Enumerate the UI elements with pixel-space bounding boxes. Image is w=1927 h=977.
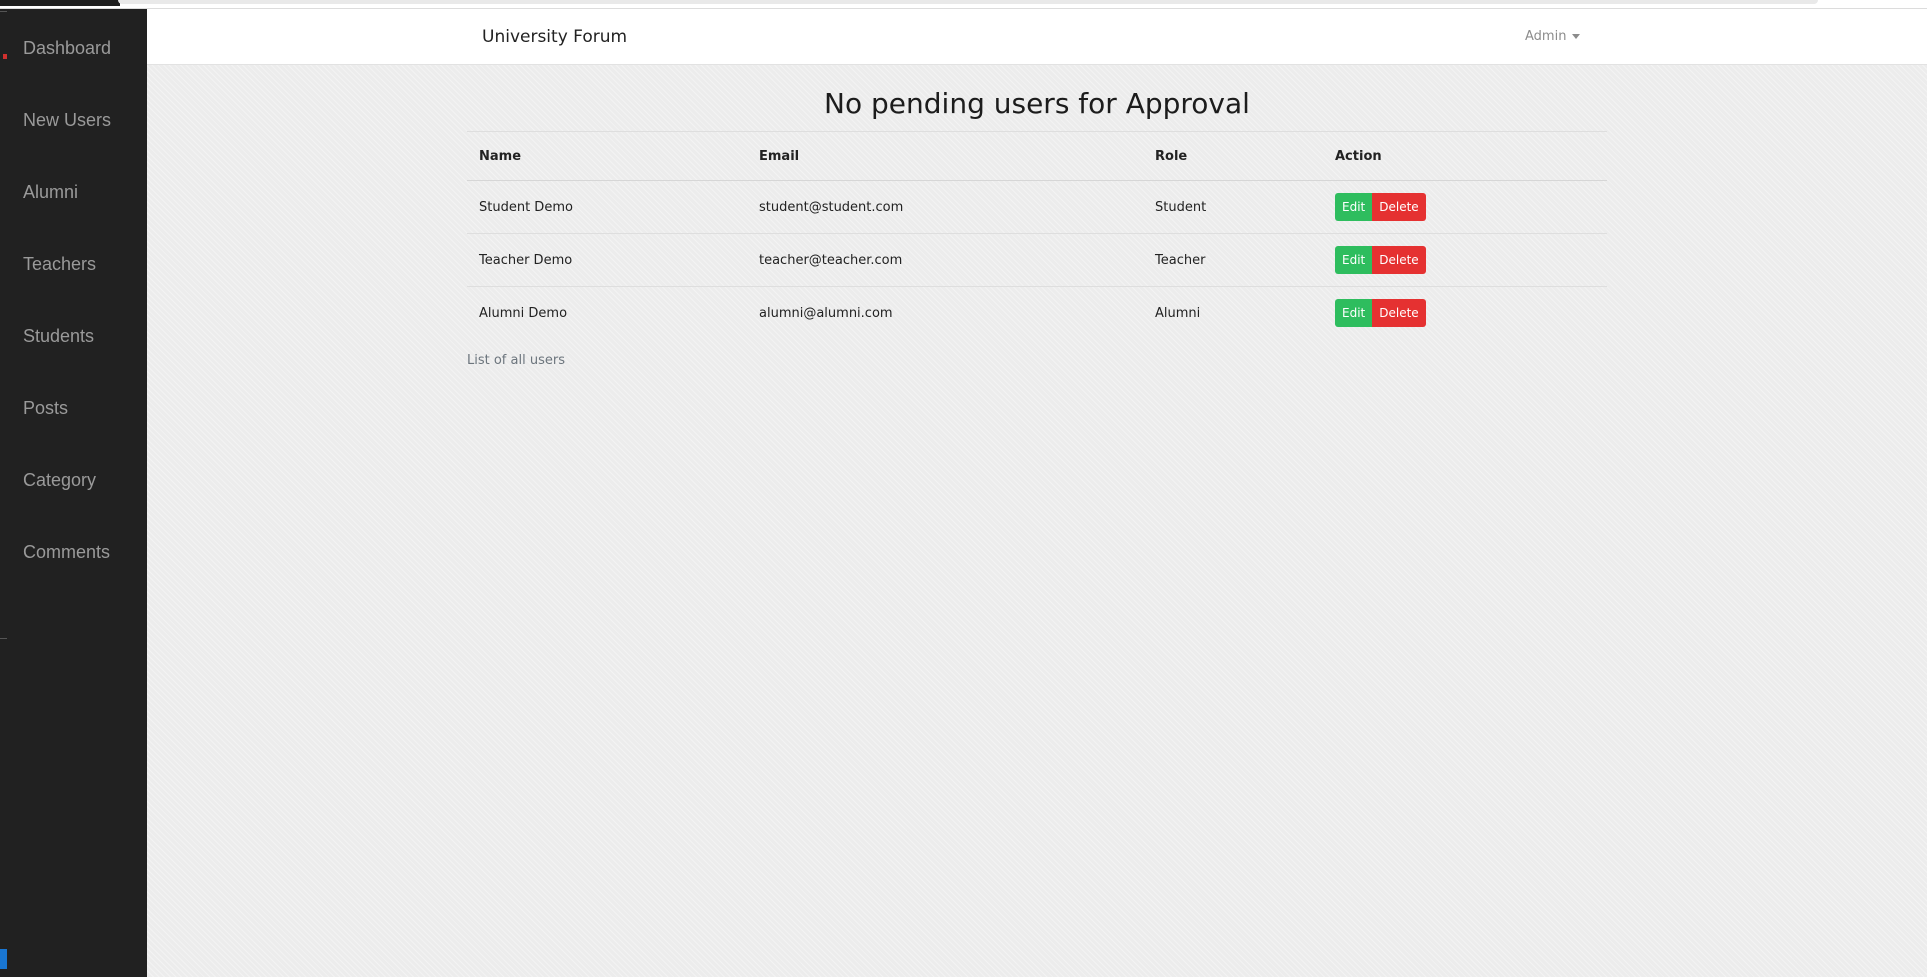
page-title: No pending users for Approval xyxy=(824,87,1250,120)
column-header-name: Name xyxy=(467,131,747,181)
user-email: student@student.com xyxy=(747,180,1143,234)
user-name: Alumni Demo xyxy=(479,305,568,321)
action-cell: Edit Delete xyxy=(1323,287,1607,340)
sidebar-accent-line xyxy=(0,638,7,639)
sidebar-item-students[interactable]: Students xyxy=(23,326,94,347)
delete-button[interactable]: Delete xyxy=(1372,193,1426,221)
browser-strip-dark xyxy=(0,0,120,6)
users-table-body: Student Demo student@student.com Student… xyxy=(467,180,1607,340)
column-header-email: Email xyxy=(747,131,1143,181)
action-button-group: Edit Delete xyxy=(1335,299,1426,327)
user-role: Teacher xyxy=(1143,233,1323,287)
main-content: No pending users for Approval Name Email… xyxy=(147,65,1927,977)
user-email: teacher@teacher.com xyxy=(747,233,1143,287)
column-header-role: Role xyxy=(1143,131,1323,181)
edit-button[interactable]: Edit xyxy=(1335,193,1373,221)
users-table-header: Name Email Role Action xyxy=(467,131,1607,181)
user-role: Student xyxy=(1143,180,1323,234)
edit-button[interactable]: Edit xyxy=(1335,299,1373,327)
sidebar-item-category[interactable]: Category xyxy=(23,470,96,491)
browser-address-bar-edge xyxy=(118,0,1818,4)
top-navbar: University Forum Admin xyxy=(147,9,1927,65)
admin-dropdown[interactable]: Admin xyxy=(1525,29,1581,44)
table-caption: List of all users xyxy=(467,353,565,368)
sidebar-accent-line-top xyxy=(0,11,7,12)
sidebar-item-posts[interactable]: Posts xyxy=(23,398,68,419)
user-name: Teacher Demo xyxy=(467,233,747,287)
column-header-action: Action xyxy=(1323,131,1607,181)
action-cell: Edit Delete xyxy=(1323,233,1607,287)
brand-title[interactable]: University Forum xyxy=(482,27,627,47)
users-table: Name Email Role Action Student Demo stud… xyxy=(467,131,1607,339)
table-row: Alumni Demo alumni@alumni.com Alumni Edi… xyxy=(467,287,1607,340)
caret-down-icon xyxy=(1572,34,1581,39)
sidebar-item-new-users[interactable]: New Users xyxy=(23,110,111,131)
edit-button[interactable]: Edit xyxy=(1335,246,1373,274)
table-row: Student Demo student@student.com Student… xyxy=(467,180,1607,234)
sidebar-item-dashboard[interactable]: Dashboard xyxy=(23,38,111,59)
action-button-group: Edit Delete xyxy=(1335,246,1426,274)
action-cell: Edit Delete xyxy=(1323,180,1607,234)
user-role: Alumni xyxy=(1155,305,1201,321)
user-email: alumni@alumni.com xyxy=(759,305,893,321)
sidebar-item-comments[interactable]: Comments xyxy=(23,542,110,563)
admin-dropdown-label: Admin xyxy=(1525,29,1567,44)
delete-button[interactable]: Delete xyxy=(1372,299,1426,327)
sidebar-item-alumni[interactable]: Alumni xyxy=(23,182,78,203)
delete-button[interactable]: Delete xyxy=(1372,246,1426,274)
sidebar-bottom-marker xyxy=(0,949,7,969)
browser-top-strip xyxy=(0,0,1927,9)
sidebar: Dashboard New Users Alumni Teachers Stud… xyxy=(0,9,147,977)
table-row: Teacher Demo teacher@teacher.com Teacher… xyxy=(467,233,1607,287)
sidebar-item-teachers[interactable]: Teachers xyxy=(23,254,96,275)
action-button-group: Edit Delete xyxy=(1335,193,1426,221)
sidebar-active-marker xyxy=(3,54,7,59)
user-name: Student Demo xyxy=(467,180,747,234)
table-header-row: Name Email Role Action xyxy=(467,131,1607,181)
